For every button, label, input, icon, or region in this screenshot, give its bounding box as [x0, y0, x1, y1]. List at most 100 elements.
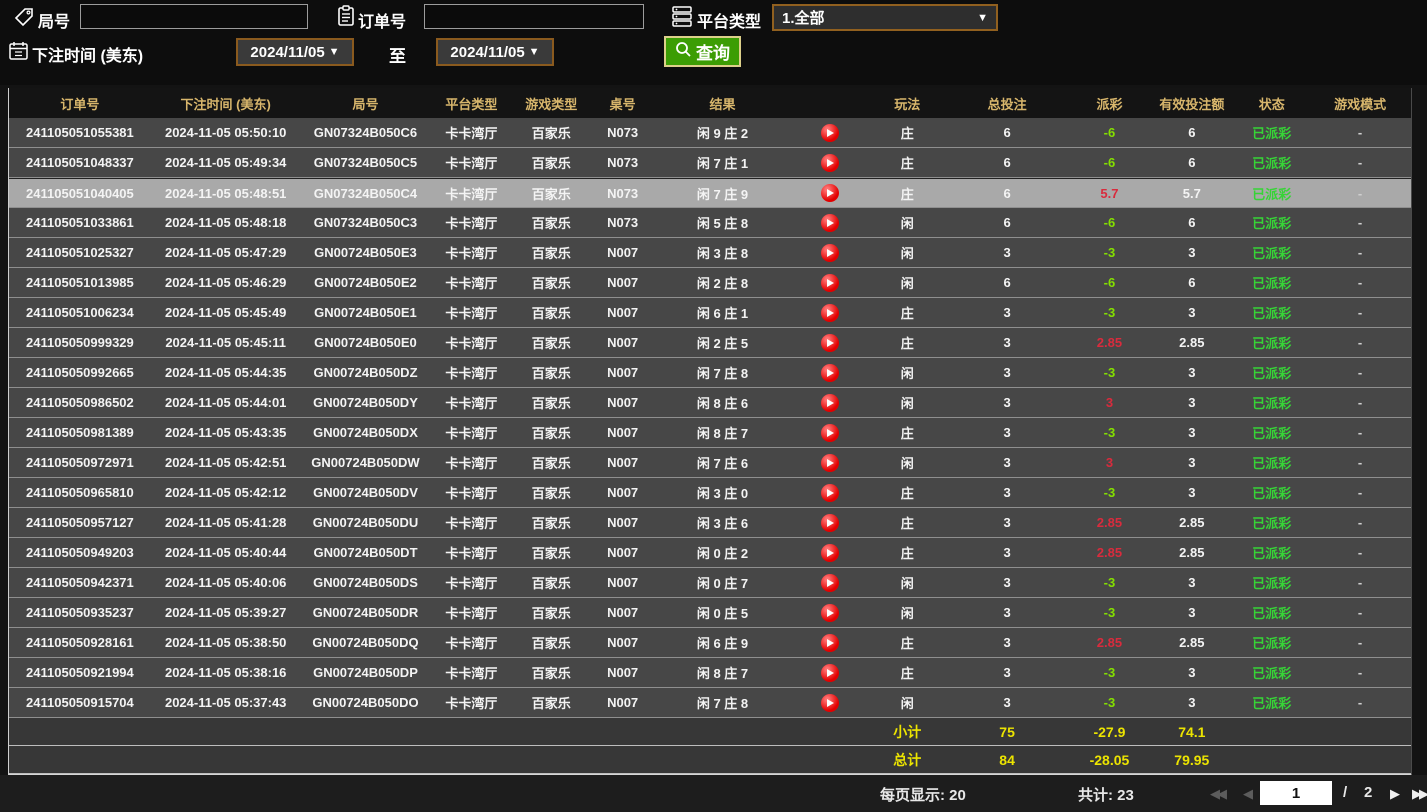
order-number-input[interactable] [424, 4, 644, 29]
cell-result: 闲 6 庄 9 [655, 628, 790, 657]
cell-round-id: GN07324B050C3 [301, 208, 431, 237]
cell-valid-bet: 3 [1149, 568, 1234, 597]
cell-total-bet: 3 [945, 328, 1070, 357]
table-row[interactable]: 241105050921994 2024-11-05 05:38:16 GN00… [9, 658, 1411, 688]
cell-total-bet: 3 [945, 538, 1070, 567]
cell-payout: -3 [1070, 418, 1150, 447]
cell-game-type: 百家乐 [512, 448, 590, 477]
header-round-id: 局号 [301, 88, 431, 118]
platform-type-select[interactable]: 1.全部 ▼ [772, 4, 998, 31]
header-payout: 派彩 [1070, 88, 1150, 118]
cell-payout: -3 [1070, 298, 1150, 327]
play-replay-icon[interactable] [821, 394, 839, 412]
table-row[interactable]: 241105051013985 2024-11-05 05:46:29 GN00… [9, 268, 1411, 298]
table-row[interactable]: 241105050965810 2024-11-05 05:42:12 GN00… [9, 478, 1411, 508]
cell-result: 闲 0 庄 5 [655, 598, 790, 627]
cell-platform: 卡卡湾厅 [430, 688, 512, 717]
cell-total-bet: 3 [945, 508, 1070, 537]
date-from-select[interactable]: 2024/11/05 ▼ [236, 38, 354, 66]
table-row[interactable]: 241105050935237 2024-11-05 05:39:27 GN00… [9, 598, 1411, 628]
prev-page-button[interactable]: ◀ [1243, 786, 1250, 802]
cell-table-no: N007 [590, 508, 655, 537]
play-replay-icon[interactable] [821, 484, 839, 502]
cell-table-no: N007 [590, 478, 655, 507]
play-replay-icon[interactable] [821, 544, 839, 562]
cell-game-type: 百家乐 [512, 268, 590, 297]
table-header-row: 订单号 下注时间 (美东) 局号 平台类型 游戏类型 桌号 结果 玩法 总投注 … [9, 88, 1411, 118]
chevron-down-icon: ▼ [977, 12, 988, 24]
cell-status: 已派彩 [1234, 568, 1309, 597]
table-row[interactable]: 241105050986502 2024-11-05 05:44:01 GN00… [9, 388, 1411, 418]
cell-round-id: GN00724B050DX [301, 418, 431, 447]
play-replay-icon[interactable] [821, 214, 839, 232]
play-replay-icon[interactable] [821, 154, 839, 172]
page-number-input[interactable] [1260, 781, 1332, 805]
play-replay-icon[interactable] [821, 364, 839, 382]
table-row[interactable]: 241105051006234 2024-11-05 05:45:49 GN00… [9, 298, 1411, 328]
play-replay-icon[interactable] [821, 694, 839, 712]
table-row[interactable]: 241105051040405 2024-11-05 05:48:51 GN07… [9, 178, 1411, 208]
table-row[interactable]: 241105050957127 2024-11-05 05:41:28 GN00… [9, 508, 1411, 538]
cell-platform: 卡卡湾厅 [430, 238, 512, 267]
header-status: 状态 [1234, 88, 1309, 118]
cell-order-id: 241105050965810 [9, 478, 151, 507]
play-replay-icon[interactable] [821, 124, 839, 142]
table-row[interactable]: 241105051055381 2024-11-05 05:50:10 GN07… [9, 118, 1411, 148]
play-replay-icon[interactable] [821, 334, 839, 352]
cell-valid-bet: 3 [1149, 238, 1234, 267]
table-row[interactable]: 241105050949203 2024-11-05 05:40:44 GN00… [9, 538, 1411, 568]
play-replay-icon[interactable] [821, 244, 839, 262]
play-replay-icon[interactable] [821, 274, 839, 292]
header-replay [790, 88, 870, 118]
cell-valid-bet: 2.85 [1149, 538, 1234, 567]
last-page-button[interactable]: ▶▶ [1412, 786, 1426, 802]
next-page-button[interactable]: ▶ [1390, 786, 1397, 802]
cell-game-type: 百家乐 [512, 358, 590, 387]
cell-payout: -3 [1070, 238, 1150, 267]
table-row[interactable]: 241105050981389 2024-11-05 05:43:35 GN00… [9, 418, 1411, 448]
play-replay-icon[interactable] [821, 184, 839, 202]
round-number-input[interactable] [80, 4, 308, 29]
cell-order-id: 241105050928161 [9, 628, 151, 657]
play-replay-icon[interactable] [821, 454, 839, 472]
first-page-button[interactable]: ◀◀ [1210, 786, 1224, 802]
play-replay-icon[interactable] [821, 514, 839, 532]
play-replay-icon[interactable] [821, 424, 839, 442]
play-replay-icon[interactable] [821, 574, 839, 592]
page-size-text: 每页显示: 20 [880, 784, 966, 805]
cell-payout: -6 [1070, 208, 1150, 237]
cell-play-type: 闲 [870, 448, 945, 477]
cell-game-mode: - [1309, 148, 1411, 177]
search-button[interactable]: 查询 [664, 36, 741, 67]
table-row[interactable]: 241105050999329 2024-11-05 05:45:11 GN00… [9, 328, 1411, 358]
table-row[interactable]: 241105051048337 2024-11-05 05:49:34 GN07… [9, 148, 1411, 178]
table-row[interactable]: 241105050992665 2024-11-05 05:44:35 GN00… [9, 358, 1411, 388]
cell-payout: -3 [1070, 658, 1150, 687]
play-replay-icon[interactable] [821, 304, 839, 322]
cell-payout: 2.85 [1070, 508, 1150, 537]
cell-game-mode: - [1309, 118, 1411, 147]
table-row[interactable]: 241105050928161 2024-11-05 05:38:50 GN00… [9, 628, 1411, 658]
table-row[interactable]: 241105050972971 2024-11-05 05:42:51 GN00… [9, 448, 1411, 478]
page-separator: / [1343, 784, 1347, 801]
cell-status: 已派彩 [1234, 688, 1309, 717]
grand-total-label: 总计 [870, 746, 945, 773]
play-replay-icon[interactable] [821, 634, 839, 652]
cell-order-id: 241105051006234 [9, 298, 151, 327]
table-row[interactable]: 241105051033861 2024-11-05 05:48:18 GN07… [9, 208, 1411, 238]
cell-replay [790, 568, 870, 597]
cell-table-no: N073 [590, 208, 655, 237]
table-row[interactable]: 241105050915704 2024-11-05 05:37:43 GN00… [9, 688, 1411, 718]
table-row[interactable]: 241105050942371 2024-11-05 05:40:06 GN00… [9, 568, 1411, 598]
cell-total-bet: 3 [945, 238, 1070, 267]
play-replay-icon[interactable] [821, 664, 839, 682]
cell-payout: -3 [1070, 568, 1150, 597]
play-replay-icon[interactable] [821, 604, 839, 622]
cell-table-no: N007 [590, 448, 655, 477]
date-to-select[interactable]: 2024/11/05 ▼ [436, 38, 554, 66]
table-row[interactable]: 241105051025327 2024-11-05 05:47:29 GN00… [9, 238, 1411, 268]
cell-bet-time: 2024-11-05 05:50:10 [151, 118, 301, 147]
cell-valid-bet: 3 [1149, 418, 1234, 447]
cell-game-mode: - [1309, 208, 1411, 237]
pagination-bar: 每页显示: 20 共计: 23 ◀◀ ◀ / 2 ▶ ▶▶ [0, 775, 1427, 812]
